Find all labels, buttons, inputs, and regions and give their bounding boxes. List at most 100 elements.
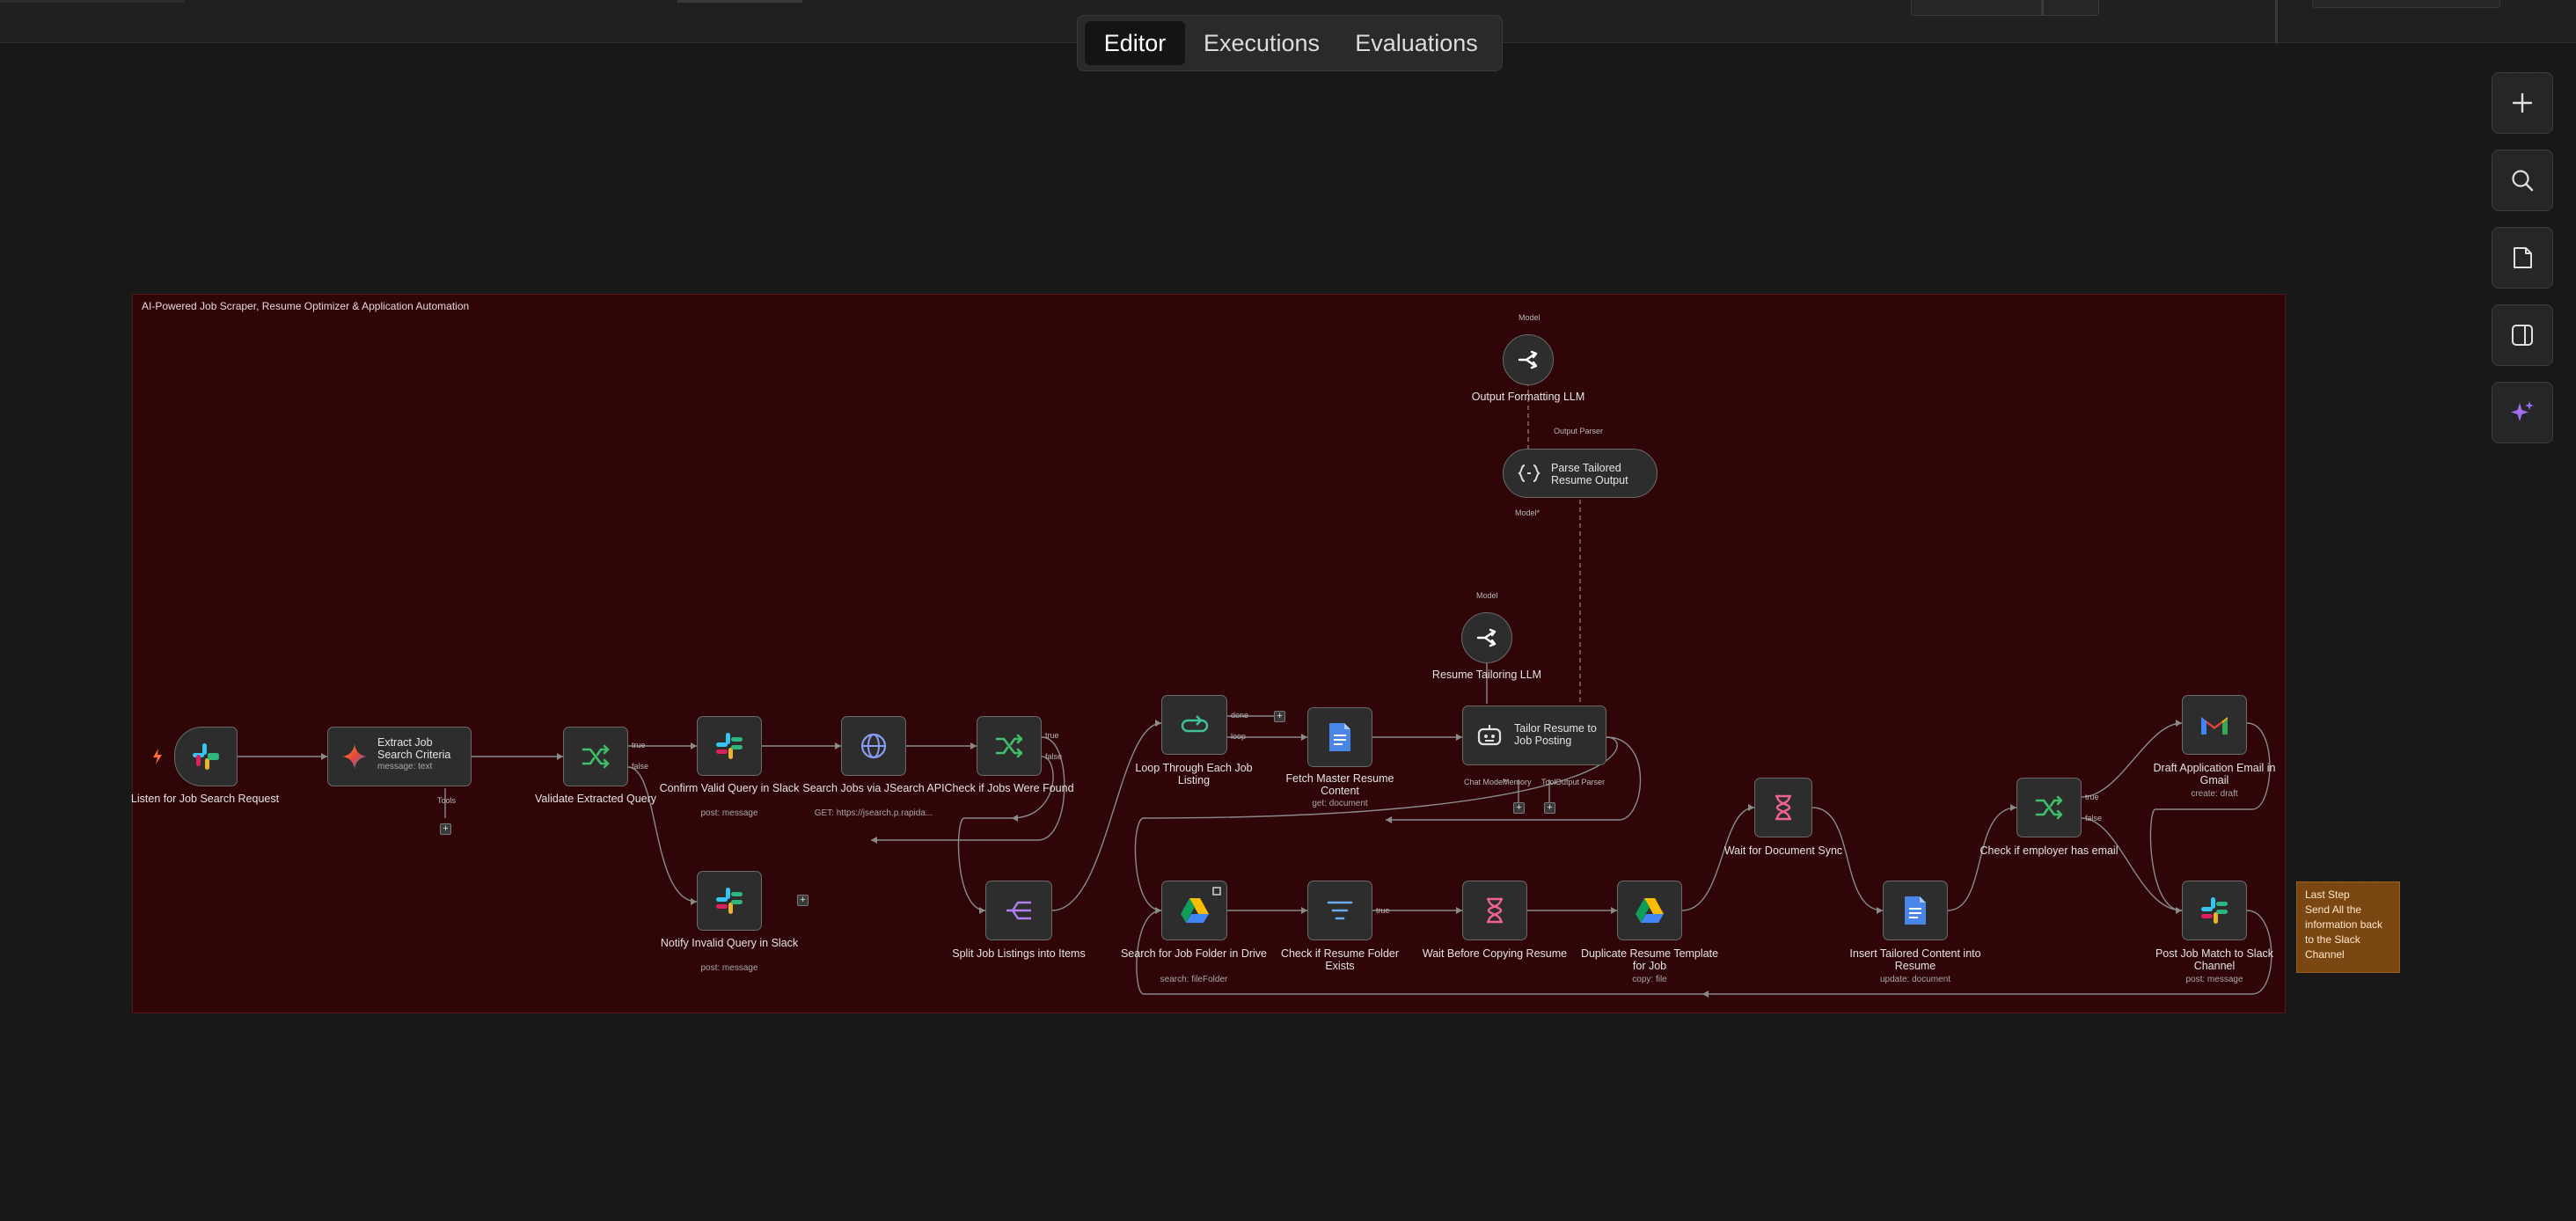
split-icon xyxy=(1006,901,1031,920)
node-tailor-resume-agent[interactable]: Tailor Resume to Job Posting xyxy=(1462,706,1606,765)
node-label: Search for Job Folder in Drive xyxy=(1120,947,1268,960)
node-label: Check if Jobs Were Found xyxy=(944,782,1074,794)
node-search-jobs[interactable] xyxy=(841,716,906,776)
if-icon xyxy=(2035,795,2063,820)
node-output-formatting-llm[interactable] xyxy=(1503,334,1554,385)
tab-evaluations[interactable]: Evaluations xyxy=(1338,21,1495,65)
tab-executions[interactable]: Executions xyxy=(1190,21,1333,65)
robot-icon xyxy=(1477,725,1502,746)
top-bar-button-group[interactable] xyxy=(1911,0,2099,16)
node-label: Loop Through Each Job Listing xyxy=(1135,762,1253,786)
add-tool-button[interactable]: + xyxy=(440,823,451,835)
note-line: to the Slack xyxy=(2305,933,2360,946)
docs-icon xyxy=(1905,896,1926,925)
node-wait-before-copy[interactable] xyxy=(1462,881,1527,940)
node-label: Split Job Listings into Items xyxy=(952,947,1086,960)
top-bar-divider xyxy=(2041,0,2044,16)
if-icon xyxy=(995,734,1023,758)
openrouter-icon xyxy=(1476,628,1497,647)
port-loop: loop xyxy=(1231,732,1247,741)
hourglass-icon xyxy=(1775,794,1791,821)
plus-icon xyxy=(2512,92,2533,113)
port-false: false xyxy=(1045,752,1063,761)
add-node-after-button[interactable]: + xyxy=(1274,711,1285,722)
loop-icon xyxy=(1181,715,1208,733)
top-bar-remnant xyxy=(677,0,802,3)
node-check-employer-email[interactable] xyxy=(2016,778,2082,837)
node-subtitle: post: message xyxy=(700,808,758,818)
slack-icon xyxy=(193,743,219,770)
node-loop-job-listings[interactable] xyxy=(1161,695,1227,755)
node-parse-tailored-output[interactable]: Parse Tailored Resume Output xyxy=(1503,449,1658,498)
add-sticky-note-button[interactable] xyxy=(2492,227,2553,289)
docs-icon xyxy=(1329,723,1350,751)
ai-assistant-button[interactable] xyxy=(2492,382,2553,443)
node-listen-for-job-search[interactable] xyxy=(174,727,238,786)
add-node-button[interactable] xyxy=(2492,72,2553,134)
filter-icon xyxy=(1327,901,1353,920)
node-wait-doc-sync[interactable] xyxy=(1754,778,1812,837)
node-insert-tailored-content[interactable] xyxy=(1883,881,1948,940)
port-tool: Tool xyxy=(1541,778,1556,786)
port-true: true xyxy=(1045,731,1059,740)
port-true: true xyxy=(632,741,646,749)
node-inline-label: Extract Job Search Criteria message: tex… xyxy=(377,736,465,773)
port-output-parser: Output Parser xyxy=(1555,778,1606,786)
slack-icon xyxy=(716,888,743,914)
node-extract-criteria[interactable]: Extract Job Search Criteria message: tex… xyxy=(327,727,472,786)
note-line: Channel xyxy=(2305,948,2345,961)
node-label: Post Job Match to Slack Channel xyxy=(2155,947,2274,972)
sticky-note-last-step[interactable]: Last Step Send All the information back … xyxy=(2296,881,2400,973)
port-false: false xyxy=(2085,814,2103,823)
search-nodes-button[interactable] xyxy=(2492,150,2553,211)
node-subtitle: post: message xyxy=(700,963,758,973)
node-search-job-folder[interactable] xyxy=(1161,881,1227,940)
port-false: false xyxy=(632,762,649,771)
search-icon xyxy=(2512,170,2534,192)
node-confirm-valid-query[interactable] xyxy=(697,716,762,776)
top-bar-divider xyxy=(2275,0,2278,43)
note-line: information back xyxy=(2305,918,2383,931)
node-label: Tailor Resume to Job Posting xyxy=(1514,722,1597,747)
node-label: Search Jobs via JSearch API xyxy=(802,782,945,794)
node-duplicate-resume[interactable] xyxy=(1617,881,1682,940)
node-label: Resume Tailoring LLM xyxy=(1431,669,1542,681)
node-subtitle: message: text xyxy=(377,762,433,771)
node-check-resume-folder[interactable] xyxy=(1307,881,1372,940)
port-true: true xyxy=(2085,793,2099,801)
node-subtitle: search: fileFolder xyxy=(1160,975,1228,984)
node-subtitle: GET: https://jsearch.p.rapida... xyxy=(814,808,933,818)
node-label: Insert Tailored Content into Resume xyxy=(1849,947,1981,972)
add-tool-button[interactable]: + xyxy=(1544,802,1555,814)
node-notify-invalid-query[interactable] xyxy=(697,871,762,931)
node-subtitle: update: document xyxy=(1879,975,1951,984)
gemini-icon xyxy=(342,744,367,769)
node-label: Draft Application Email in Gmail xyxy=(2153,762,2276,786)
node-resume-tailoring-llm[interactable] xyxy=(1461,612,1512,663)
port-kept: true xyxy=(1376,906,1390,915)
node-subtitle: copy: file xyxy=(1632,975,1667,984)
hourglass-icon xyxy=(1487,897,1503,924)
node-label: Extract Job Search Criteria xyxy=(377,736,451,761)
node-label: Check if employer has email xyxy=(1980,844,2119,857)
trigger-bolt-icon xyxy=(153,749,162,764)
node-label: Wait Before Copying Resume xyxy=(1422,947,1568,960)
port-memory: Memory xyxy=(1503,778,1532,786)
node-check-jobs-found[interactable] xyxy=(977,716,1042,776)
node-draft-gmail[interactable] xyxy=(2182,695,2247,755)
pinned-data-icon xyxy=(1212,887,1221,896)
add-node-after-button[interactable]: + xyxy=(797,895,809,906)
node-label: Fetch Master Resume Content xyxy=(1285,772,1394,797)
node-split-job-listings[interactable] xyxy=(985,881,1052,940)
add-memory-button[interactable]: + xyxy=(1513,802,1525,814)
top-bar-button-group[interactable] xyxy=(2312,0,2500,8)
node-post-slack-channel[interactable] xyxy=(2182,881,2247,940)
node-fetch-master-resume[interactable] xyxy=(1307,707,1372,767)
port-label: Tools xyxy=(437,796,457,805)
toggle-panel-button[interactable] xyxy=(2492,304,2553,366)
port-chat-model: Chat Model* xyxy=(1464,778,1508,786)
braces-icon xyxy=(1518,464,1540,482)
drive-icon xyxy=(1636,898,1664,923)
tab-editor[interactable]: Editor xyxy=(1085,21,1185,65)
node-validate-query[interactable] xyxy=(563,727,628,786)
